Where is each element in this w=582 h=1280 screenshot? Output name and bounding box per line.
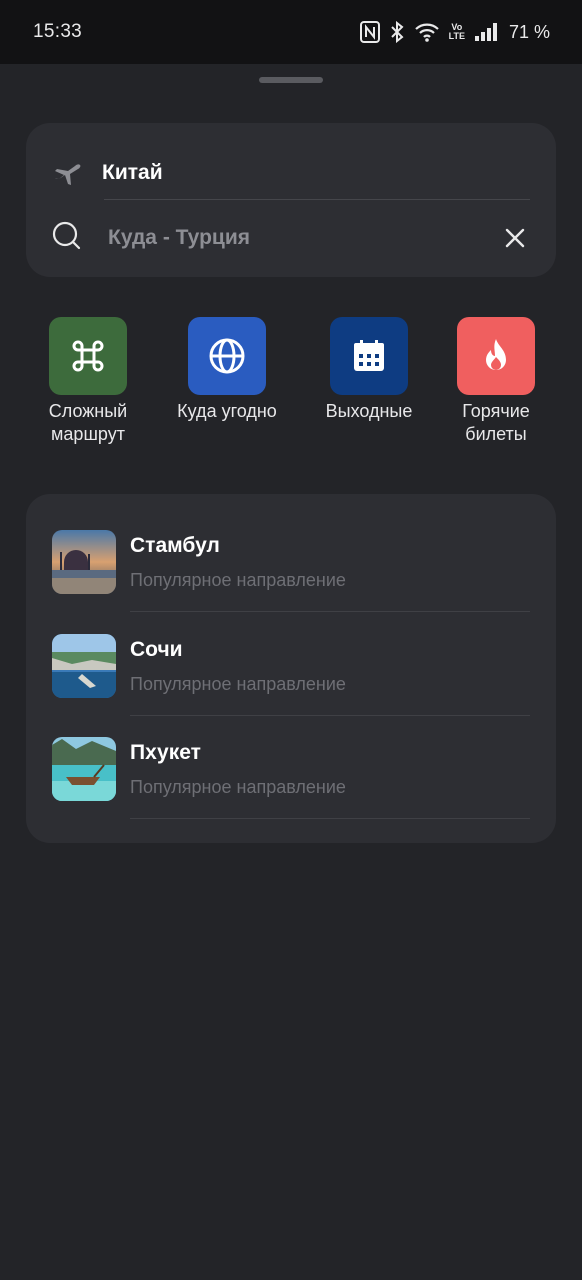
bluetooth-icon: [389, 21, 405, 43]
quick-action-label: Выходные: [325, 401, 413, 421]
quick-action-label: Куда угодно: [177, 401, 277, 421]
wifi-icon: [414, 21, 440, 43]
search-card: Китай: [26, 123, 556, 277]
list-item[interactable]: Стамбул Популярное направление: [52, 508, 530, 612]
to-field: [52, 209, 530, 267]
quick-action-weekend[interactable]: Выходные: [299, 317, 439, 423]
destination-subtitle: Популярное направление: [130, 570, 346, 590]
nfc-icon: [359, 21, 380, 43]
search-icon: [52, 221, 82, 256]
status-icons: Vo LTE 71 %: [359, 21, 550, 43]
destination-title: Сочи: [130, 638, 183, 661]
calendar-icon: [330, 317, 408, 395]
list-item[interactable]: Сочи Популярное направление: [52, 612, 530, 716]
from-value: Китай: [102, 161, 163, 184]
quick-action-anywhere[interactable]: Куда угодно: [157, 317, 297, 423]
bottom-sheet: Китай Сложныймаршрут Куда угодн: [0, 64, 582, 1280]
list-item[interactable]: Пхукет Популярное направление: [52, 715, 530, 819]
destination-thumbnail: [52, 634, 116, 698]
destination-subtitle: Популярное направление: [130, 777, 346, 797]
quick-action-hot-tickets[interactable]: Горячие билеты: [426, 317, 566, 446]
divider: [130, 818, 530, 819]
signal-icon: [474, 22, 498, 42]
quick-action-complex-route[interactable]: Сложный маршрут: [18, 317, 158, 446]
quick-action-label: Горячие билеты: [462, 401, 530, 444]
status-time: 15:33: [33, 21, 83, 42]
command-icon: [49, 317, 127, 395]
popular-destinations: Стамбул Популярное направление Сочи Попу…: [26, 494, 556, 843]
sheet-grabber[interactable]: [259, 77, 323, 83]
plane-icon: [52, 156, 86, 190]
volte-indicator: Vo LTE: [448, 22, 465, 41]
quick-actions: Сложный маршрут Куда угодно Выходные Горя…: [0, 317, 582, 457]
destination-thumbnail: [52, 530, 116, 594]
destination-input[interactable]: [108, 226, 500, 250]
battery-level: 71 %: [508, 21, 550, 42]
from-field[interactable]: Китай: [52, 145, 530, 201]
quick-action-label: Сложный маршрут: [48, 401, 128, 444]
status-bar: 15:33 Vo LTE 71 %: [0, 0, 582, 64]
globe-icon: [188, 317, 266, 395]
destination-title: Стамбул: [130, 534, 220, 557]
flame-icon: [457, 317, 535, 395]
destination-thumbnail: [52, 737, 116, 801]
close-icon[interactable]: [500, 223, 530, 253]
destination-subtitle: Популярное направление: [130, 674, 346, 694]
destination-title: Пхукет: [130, 741, 201, 764]
divider: [104, 199, 530, 200]
